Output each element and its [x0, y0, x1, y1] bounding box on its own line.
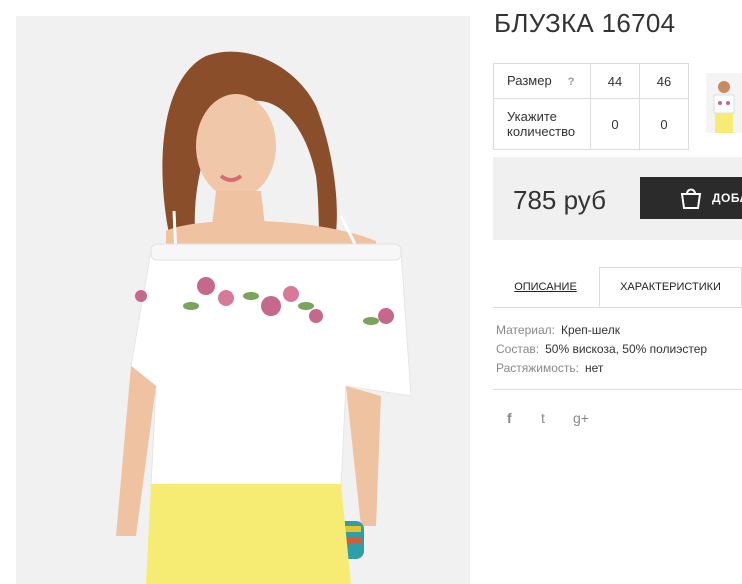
product-image: [16, 16, 470, 584]
size-row: Размер? 44 46: [493, 63, 689, 99]
spec-key: Растяжимость:: [496, 361, 580, 375]
spec-key: Материал:: [496, 323, 555, 337]
thumbnail-image: [706, 73, 742, 133]
product-tabs: ОПИСАНИЕ ХАРАКТЕРИСТИКИ: [493, 267, 742, 308]
product-price: 785 руб: [513, 185, 606, 215]
product-photo[interactable]: [16, 16, 470, 584]
quantity-input-46[interactable]: 0: [639, 98, 689, 150]
size-quantity-table: Размер? 44 46 Укажите количество 0 0: [493, 63, 689, 150]
spec-key: Состав:: [496, 342, 540, 356]
facebook-icon[interactable]: f: [507, 410, 512, 426]
tab-description[interactable]: ОПИСАНИЕ: [493, 267, 598, 307]
size-option-44: 44: [590, 63, 640, 99]
google-plus-icon[interactable]: g+: [573, 410, 589, 426]
spec-value: 50% вискоза, 50% полиэстер: [545, 342, 708, 356]
spec-value: нет: [585, 361, 604, 375]
question-icon[interactable]: ?: [568, 75, 575, 90]
product-title: БЛУЗКА 16704: [494, 8, 676, 38]
specifications-list: Материал: Креп-шелк Состав: 50% вискоза, 5…: [496, 321, 707, 378]
spec-row-material: Материал: Креп-шелк: [496, 321, 707, 340]
quantity-row: Укажите количество 0 0: [493, 98, 689, 150]
size-label: Размер: [507, 72, 552, 88]
size-label-cell: Размер?: [493, 63, 591, 99]
spec-value: Креп-шелк: [560, 323, 620, 337]
product-thumbnail[interactable]: [706, 73, 742, 133]
tab-characteristics[interactable]: ХАРАКТЕРИСТИКИ: [599, 267, 742, 307]
shopping-bag-icon: [678, 186, 704, 215]
quantity-input-44[interactable]: 0: [590, 98, 640, 150]
divider: [493, 389, 742, 390]
spec-row-composition: Состав: 50% вискоза, 50% полиэстер: [496, 340, 707, 359]
twitter-icon[interactable]: t: [541, 410, 545, 426]
add-to-cart-label: ДОБАВИТЬ В КОРЗИНУ: [712, 191, 742, 205]
spec-row-stretch: Растяжимость: нет: [496, 359, 707, 378]
price-box: 785 руб ДОБАВИТЬ В КОРЗИНУ: [493, 157, 742, 240]
size-option-46: 46: [639, 63, 689, 99]
add-to-cart-button[interactable]: ДОБАВИТЬ В КОРЗИНУ: [640, 177, 742, 219]
quantity-label: Укажите количество: [493, 98, 591, 150]
